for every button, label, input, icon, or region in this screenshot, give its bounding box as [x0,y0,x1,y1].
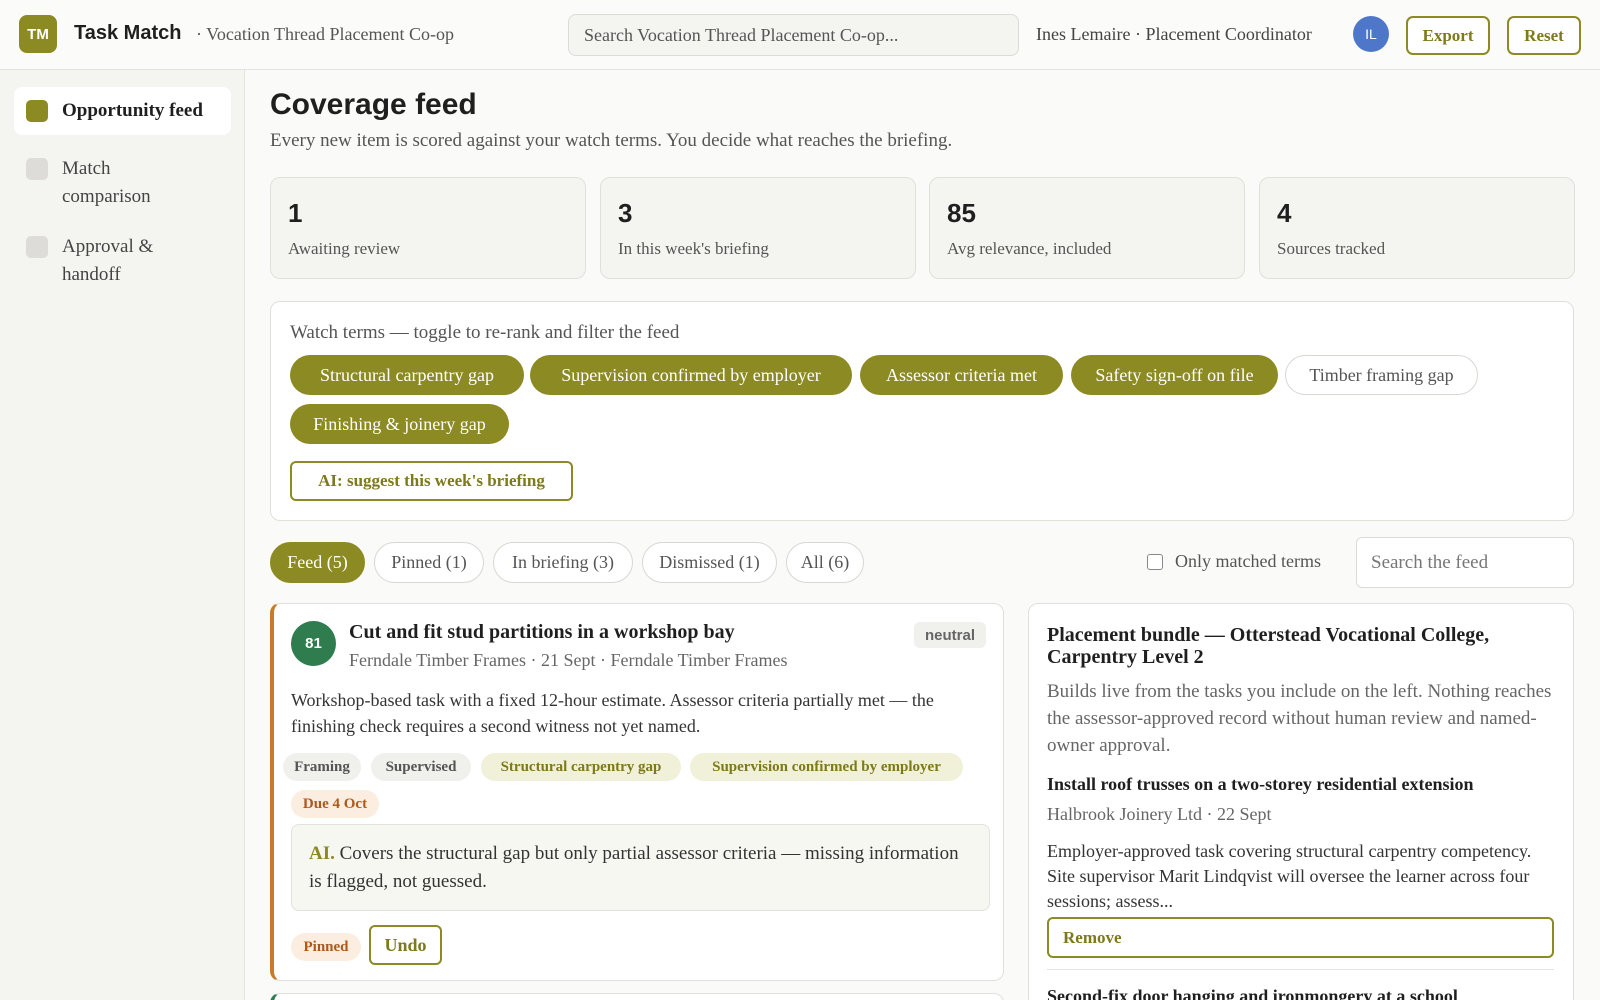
feed-card[interactable] [270,993,1004,1000]
watch-term-chip[interactable]: Finishing & joinery gap [290,404,509,444]
stat-card-awaiting-review: 1 Awaiting review [270,177,586,279]
avatar[interactable]: IL [1353,16,1389,52]
sidebar-item-label: Match comparison [62,158,151,207]
feed-card[interactable]: 81 Cut and fit stud partitions in a work… [270,603,1004,981]
card-title[interactable]: Cut and fit stud partitions in a worksho… [349,621,735,644]
page-title: Coverage feed [270,88,477,121]
sidebar-item-label: Opportunity feed [62,100,203,121]
placement-bundle-panel: Placement bundle — Otterstead Vocational… [1028,603,1574,1000]
remove-button[interactable]: Remove [1047,917,1554,958]
due-date-badge: Due 4 Oct [291,790,379,818]
ai-note-label: AI. [309,843,335,864]
bundle-item-title: Second-fix door hanging and ironmongery … [1047,986,1458,1000]
watch-term-chip[interactable]: Timber framing gap [1285,355,1478,395]
card-tag: Supervised [371,753,471,781]
stat-label: In this week's briefing [618,239,769,258]
card-description: Workshop-based task with a fixed 12-hour… [291,690,934,736]
stat-label: Sources tracked [1277,239,1386,258]
undo-button[interactable]: Undo [369,925,442,965]
nav-indicator-icon [26,100,48,122]
app-name: Task Match [74,22,182,44]
watch-term-chip[interactable]: Assessor criteria met [860,355,1063,395]
feed-search-input[interactable]: Search the feed [1356,537,1574,588]
relevance-score-badge: 81 [291,621,336,666]
global-search-input[interactable]: Search Vocation Thread Placement Co-op..… [568,14,1019,56]
stat-card-avg-relevance: 85 Avg relevance, included [929,177,1245,279]
card-meta: Ferndale Timber Frames · 21 Sept · Fernd… [349,650,788,670]
ai-note-text: Covers the structural gap but only parti… [309,843,959,892]
bundle-item-title: Install roof trusses on a two-storey res… [1047,774,1474,794]
sidebar: Opportunity feed Match comparison Approv… [0,70,245,1000]
bundle-title: Placement bundle — Otterstead Vocational… [1047,624,1490,668]
stat-card-sources-tracked: 4 Sources tracked [1259,177,1575,279]
sentiment-badge: neutral [913,622,986,648]
page-subtitle: Every new item is scored against your wa… [270,130,953,151]
stat-value: 3 [618,198,633,228]
sidebar-item-match-comparison[interactable]: Match comparison [14,145,231,221]
ai-suggest-briefing-button[interactable]: AI: suggest this week's briefing [290,461,573,501]
tab-all[interactable]: All (6) [786,542,864,583]
org-name: · Vocation Thread Placement Co-op [196,24,454,44]
only-matched-filter[interactable]: Only matched terms [1147,551,1321,572]
top-bar: TM Task Match · Vocation Thread Placemen… [0,0,1600,70]
pinned-badge: Pinned [291,933,361,961]
user-name: Ines Lemaire · Placement Coordinator [1036,24,1312,44]
stat-label: Awaiting review [288,239,401,258]
stat-label: Avg relevance, included [947,239,1112,258]
sidebar-item-approval-handoff[interactable]: Approval & handoff [14,223,231,299]
sidebar-item-opportunity-feed[interactable]: Opportunity feed [14,87,231,135]
stat-card-in-briefing: 3 In this week's briefing [600,177,916,279]
tab-pinned[interactable]: Pinned (1) [374,542,484,583]
nav-indicator-icon [26,236,48,258]
export-button[interactable]: Export [1406,16,1490,55]
watch-terms-title: Watch terms — toggle to re-rank and filt… [290,322,680,343]
only-matched-label: Only matched terms [1175,551,1321,571]
sidebar-item-label: Approval & handoff [62,236,154,285]
card-tag: Structural carpentry gap [481,753,681,781]
bundle-item-description: Employer-approved task covering structur… [1047,841,1532,911]
bundle-subtitle: Builds live from the tasks you include o… [1047,681,1552,756]
ai-note: AI. Covers the structural gap but only p… [291,824,990,911]
card-tag: Framing [283,753,361,781]
tab-feed[interactable]: Feed (5) [270,542,365,583]
card-tag: Supervision confirmed by employer [690,753,963,781]
watch-term-chip[interactable]: Structural carpentry gap [290,355,524,395]
stat-value: 85 [947,198,976,228]
watch-term-chip[interactable]: Supervision confirmed by employer [530,355,852,395]
divider [1047,969,1554,970]
watch-term-chip[interactable]: Safety sign-off on file [1071,355,1278,395]
bundle-item-meta: Halbrook Joinery Ltd · 22 Sept [1047,804,1272,824]
stat-value: 4 [1277,198,1292,228]
app-logo[interactable]: TM [19,15,57,53]
tab-dismissed[interactable]: Dismissed (1) [642,542,777,583]
reset-button[interactable]: Reset [1507,16,1581,55]
stat-value: 1 [288,198,303,228]
only-matched-checkbox[interactable] [1147,553,1163,570]
nav-indicator-icon [26,158,48,180]
tab-in-briefing[interactable]: In briefing (3) [493,542,633,583]
watch-terms-panel: Watch terms — toggle to re-rank and filt… [270,301,1574,521]
